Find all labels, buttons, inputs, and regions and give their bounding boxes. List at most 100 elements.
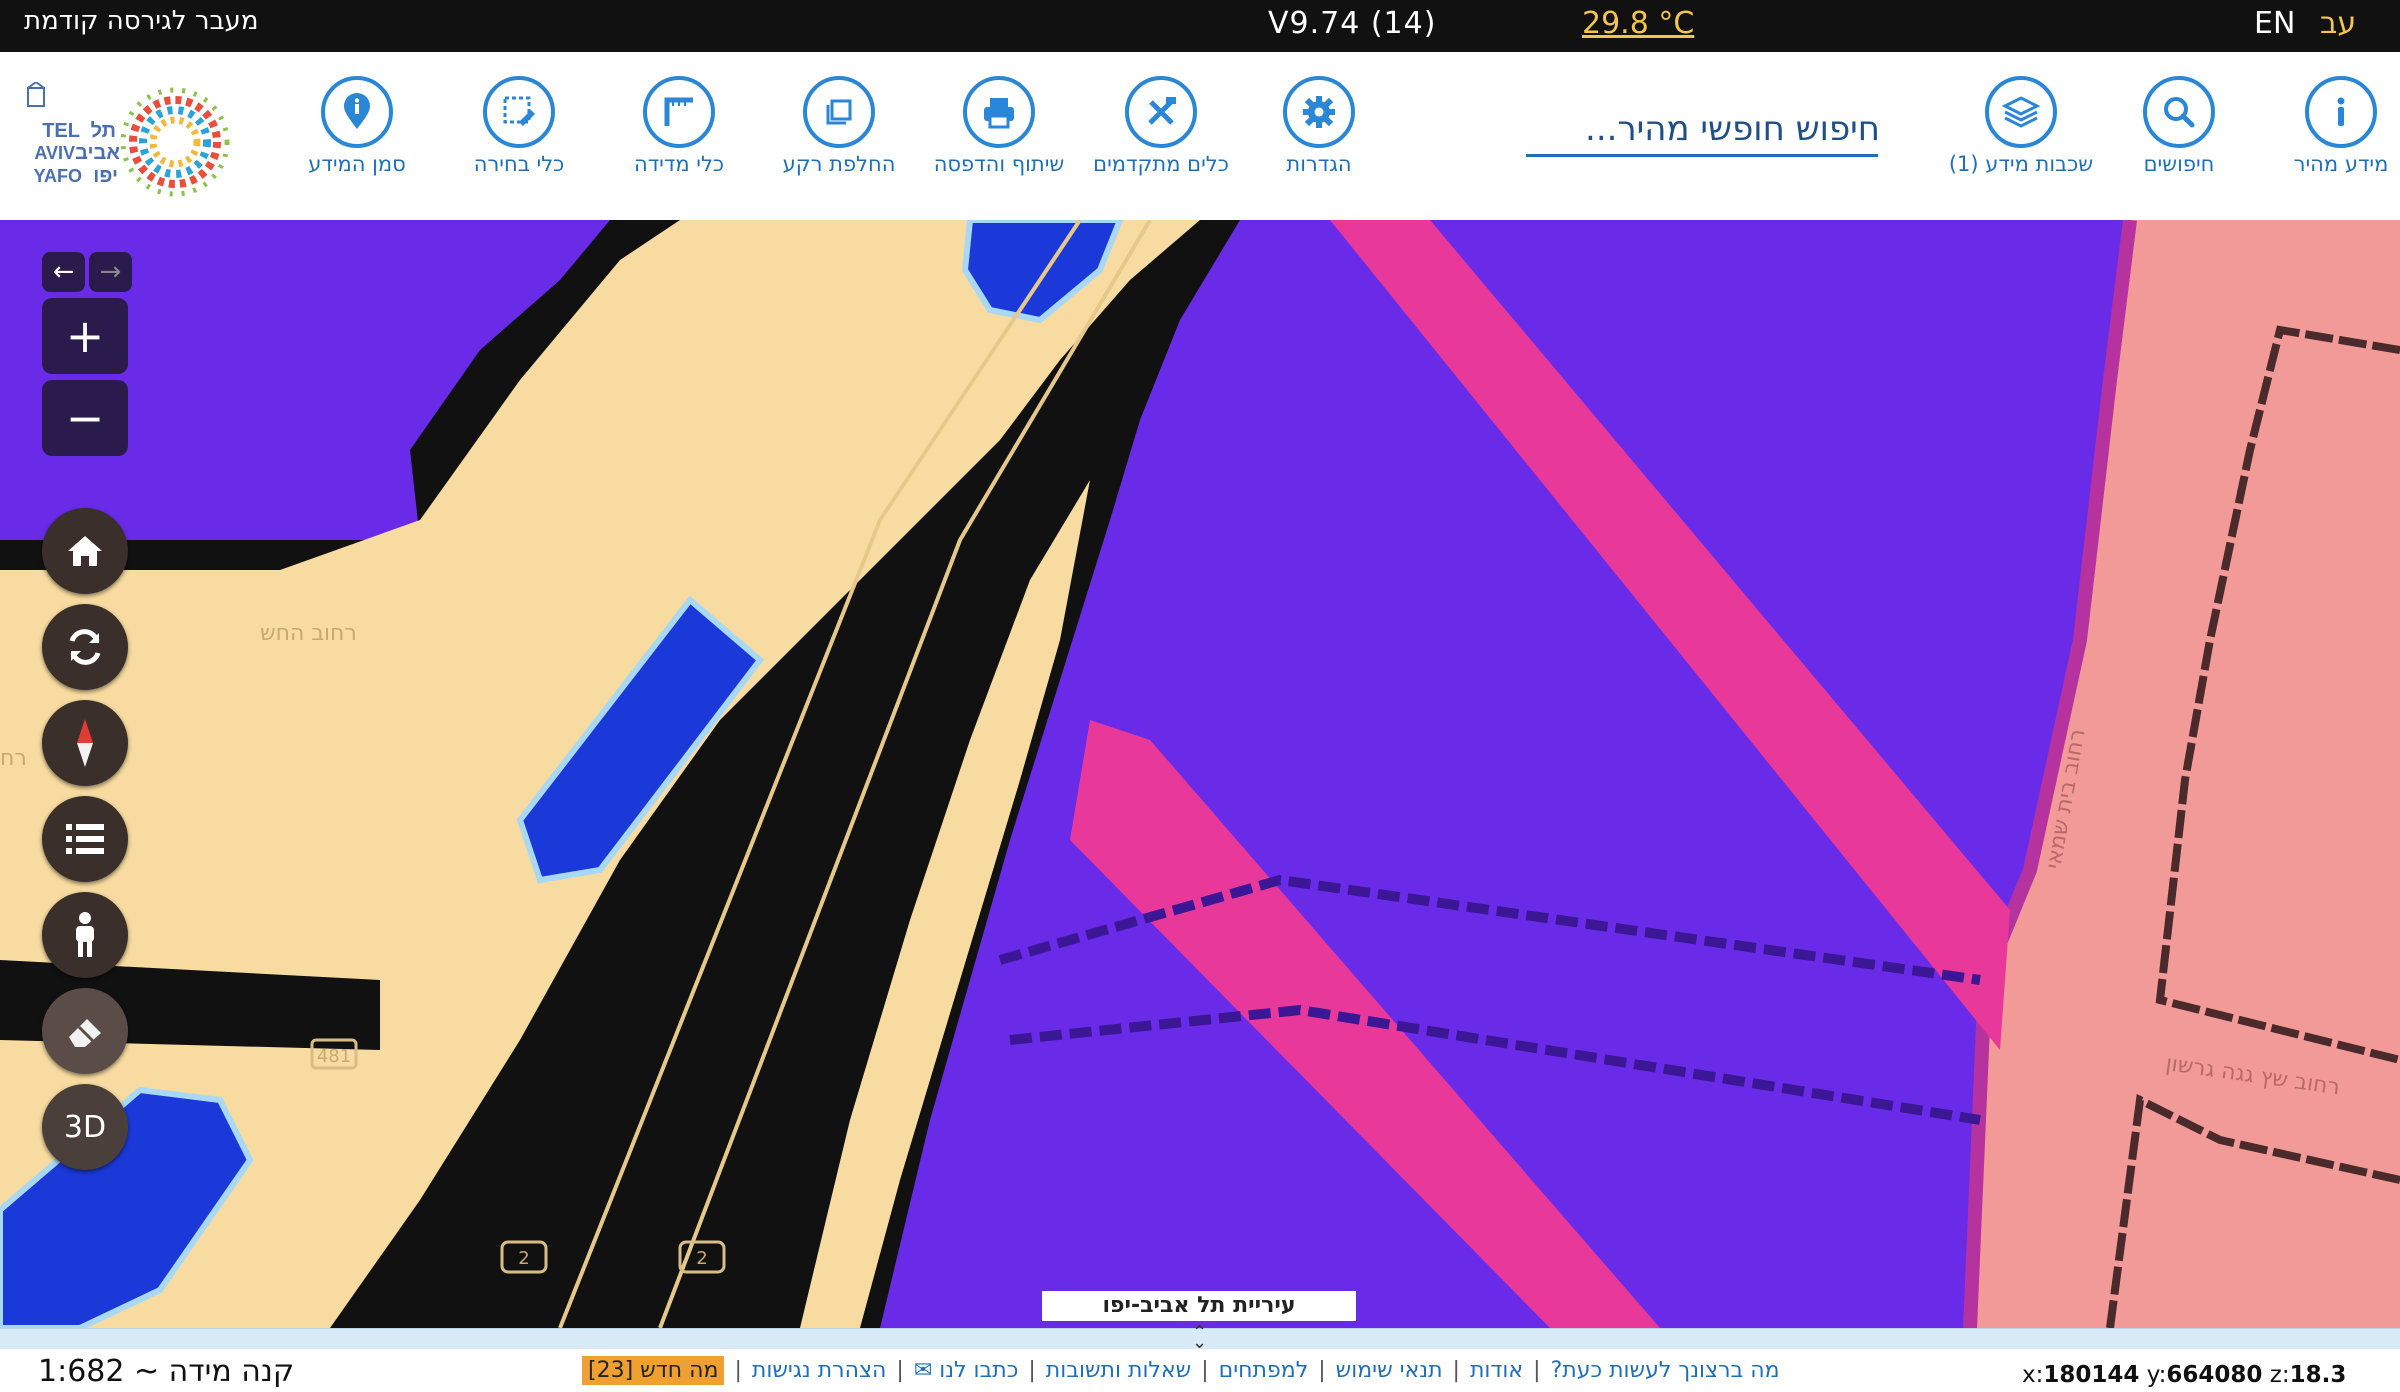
- previous-extent-button[interactable]: ←: [42, 252, 85, 292]
- previous-version-link[interactable]: מעבר לגירסה קודמת: [24, 6, 258, 36]
- street-view-button[interactable]: [42, 892, 128, 978]
- svg-text:AVIV: AVIV: [34, 143, 75, 163]
- footer-link-contact[interactable]: כתבו לנו ✉: [914, 1358, 1019, 1383]
- bottom-bar: ⌃ ⌄ קנה מידה ~ 1:682 מה ברצונך לעשות כעת?…: [0, 1324, 2400, 1392]
- footer-link-accessibility[interactable]: הצהרת נגישות: [752, 1358, 887, 1383]
- svg-text:YAFO: YAFO: [34, 166, 82, 186]
- tool-label: שיתוף והדפסה: [933, 152, 1065, 176]
- legend-button[interactable]: [42, 796, 128, 882]
- quick-search-field[interactable]: [1526, 102, 1882, 157]
- magnifier-icon: [2143, 76, 2215, 148]
- clear-graphics-button[interactable]: [42, 988, 128, 1074]
- quick-search-input[interactable]: [1526, 102, 1882, 156]
- coord-y-value: 664080: [2166, 1362, 2263, 1388]
- footer-link-about[interactable]: אודות: [1470, 1358, 1523, 1383]
- whats-new-badge[interactable]: מה חדש [23]: [582, 1356, 725, 1385]
- coordinates-readout: x:180144 y:664080 z:18.3: [2022, 1362, 2346, 1388]
- share-print-button[interactable]: שיתוף והדפסה: [924, 76, 1074, 177]
- tool-label: כלי מדידה: [633, 152, 725, 176]
- top-bar: מעבר לגירסה קודמת V9.74 (14) 29.8 °C EN …: [0, 0, 2400, 52]
- info-marker-button[interactable]: סמן המידע: [282, 76, 432, 177]
- footer-separator: |: [734, 1358, 742, 1383]
- tool-label: הגדרות: [1286, 152, 1352, 176]
- coord-x-value: 180144: [2043, 1362, 2140, 1388]
- tool-label: מידע מהיר: [2293, 152, 2389, 176]
- list-icon: [66, 824, 104, 854]
- language-hebrew-button[interactable]: עב: [2320, 6, 2356, 41]
- refresh-button[interactable]: [42, 604, 128, 690]
- footer-separator: |: [1452, 1358, 1460, 1383]
- expand-panel-icon[interactable]: ⌃ ⌄: [1192, 1324, 1207, 1352]
- coord-z-label: z:: [2269, 1362, 2290, 1388]
- map-scale-label: קנה מידה ~ 1:682: [38, 1354, 295, 1389]
- change-basemap-button[interactable]: החלפת רקע: [764, 76, 914, 177]
- tools-icon: [1125, 76, 1197, 148]
- footer-separator: |: [1028, 1358, 1036, 1383]
- map-attribution-label: עיריית תל אביב-יפו: [1042, 1291, 1356, 1321]
- map-canvas[interactable]: 481 2 2 רחוב החש רחוב בית שמאי רחוב שץ ג…: [0, 220, 2400, 1328]
- eraser-icon: [69, 1019, 101, 1047]
- logo-emblem-icon: [27, 80, 45, 107]
- footer-link-faq[interactable]: שאלות ותשובות: [1046, 1358, 1191, 1383]
- map-view[interactable]: 481 2 2 רחוב החש רחוב בית שמאי רחוב שץ ג…: [0, 220, 2400, 1328]
- next-extent-button[interactable]: →: [89, 252, 132, 292]
- footer-links: מה ברצונך לעשות כעת? | אודות | תנאי שימו…: [582, 1356, 1780, 1385]
- svg-text:אביב: אביב: [75, 142, 120, 164]
- select-icon: [483, 76, 555, 148]
- compass-icon: [77, 719, 93, 767]
- tool-label: סמן המידע: [308, 152, 406, 176]
- street-label: רחוב החש: [260, 621, 357, 646]
- tel-aviv-logo[interactable]: TEL תל AVIV אביב YAFO יפו: [20, 80, 250, 202]
- tool-label: כלים מתקדמים: [1093, 152, 1229, 176]
- extent-navigation: ← →: [42, 252, 132, 292]
- zoom-out-button[interactable]: −: [42, 380, 128, 456]
- home-icon: [68, 536, 102, 566]
- street-label: רח: [0, 746, 27, 771]
- layers-icon: [1985, 76, 2057, 148]
- version-label: V9.74 (14): [1268, 6, 1437, 41]
- ruler-icon: [643, 76, 715, 148]
- language-english-button[interactable]: EN: [2254, 6, 2295, 41]
- compass-button[interactable]: [42, 700, 128, 786]
- basemap-icon: [803, 76, 875, 148]
- footer-link-developers[interactable]: למפתחים: [1219, 1358, 1309, 1383]
- gear-icon: [1283, 76, 1355, 148]
- svg-text:תל: תל: [91, 120, 116, 142]
- temperature-label[interactable]: 29.8 °C: [1582, 6, 1694, 41]
- coord-z-value: 18.3: [2289, 1362, 2347, 1388]
- svg-text:481: 481: [317, 1046, 351, 1067]
- coord-y-label: y:: [2146, 1362, 2167, 1388]
- footer-separator: |: [1533, 1358, 1541, 1383]
- footer-separator: |: [1201, 1358, 1209, 1383]
- footer-separator: |: [896, 1358, 904, 1383]
- logo-sun-icon: [120, 87, 230, 197]
- printer-icon: [963, 76, 1035, 148]
- tool-label: כלי בחירה: [473, 152, 565, 176]
- svg-text:2: 2: [696, 1248, 707, 1269]
- pin-icon: [321, 76, 393, 148]
- tool-label: חיפושים: [2143, 152, 2215, 176]
- refresh-icon: [69, 629, 101, 665]
- person-icon: [76, 912, 94, 957]
- searches-button[interactable]: חיפושים: [2104, 76, 2254, 177]
- footer-separator: |: [1318, 1358, 1326, 1383]
- settings-button[interactable]: הגדרות: [1244, 76, 1394, 177]
- footer-link-terms[interactable]: תנאי שימוש: [1336, 1358, 1443, 1383]
- zoom-in-button[interactable]: +: [42, 298, 128, 374]
- selection-tools-button[interactable]: כלי בחירה: [444, 76, 594, 177]
- svg-text:TEL: TEL: [42, 120, 80, 142]
- svg-text:יפו: יפו: [93, 165, 118, 187]
- 3d-view-button[interactable]: 3D: [42, 1084, 128, 1170]
- layers-button[interactable]: שכבות מידע (1): [1946, 76, 2096, 177]
- info-icon: [2305, 76, 2377, 148]
- measure-tools-button[interactable]: כלי מדידה: [604, 76, 754, 177]
- advanced-tools-button[interactable]: כלים מתקדמים: [1086, 76, 1236, 177]
- tool-label: שכבות מידע (1): [1948, 152, 2094, 176]
- home-button[interactable]: [42, 508, 128, 594]
- tool-label: החלפת רקע: [782, 152, 896, 176]
- quick-info-button[interactable]: מידע מהיר: [2266, 76, 2400, 177]
- svg-text:2: 2: [518, 1248, 529, 1269]
- main-toolbar: מידע מהיר חיפושים שכבות מידע (1) הגדרות …: [0, 52, 2400, 221]
- footer-link-what-to-do[interactable]: מה ברצונך לעשות כעת?: [1551, 1358, 1780, 1383]
- coord-x-label: x:: [2022, 1362, 2044, 1388]
